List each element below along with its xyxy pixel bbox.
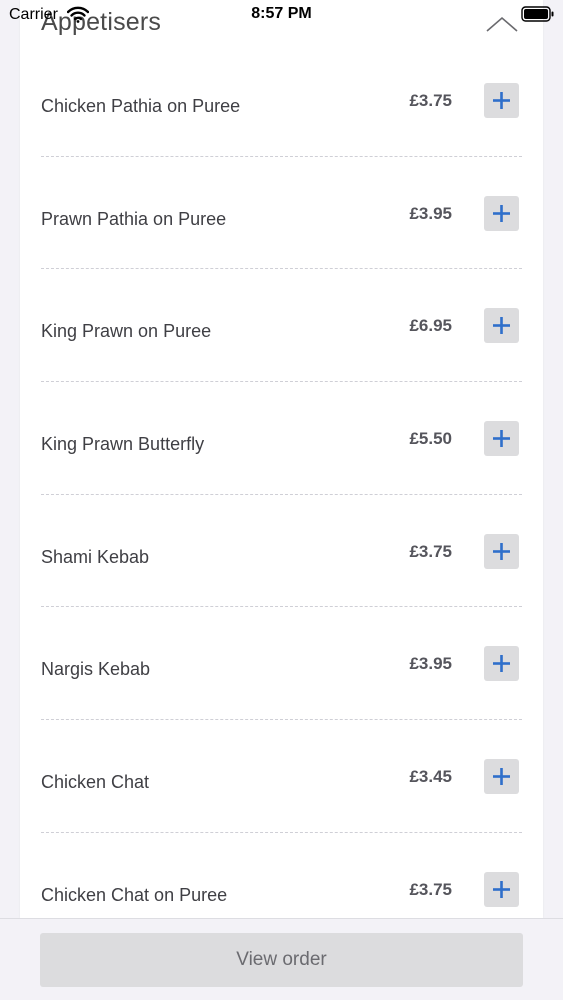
item-name: King Prawn Butterfly xyxy=(41,434,205,455)
plus-icon xyxy=(493,430,510,448)
plus-icon xyxy=(493,655,510,673)
menu-item: Chicken Chat on Puree £3.75 xyxy=(20,833,543,918)
add-item-button[interactable] xyxy=(484,195,519,231)
plus-icon xyxy=(493,92,510,109)
menu-item-list: Chicken Pathia on Puree £3.75 Prawn Path… xyxy=(20,44,543,918)
add-item-button[interactable] xyxy=(484,83,519,118)
item-name: Nargis Kebab xyxy=(41,659,151,680)
section-title: Appetisers xyxy=(41,8,162,36)
menu-item: King Prawn Butterfly £5.50 xyxy=(20,382,543,495)
item-price: £3.45 xyxy=(409,767,452,787)
add-item-button[interactable] xyxy=(484,646,519,682)
menu-item: Chicken Pathia on Puree £3.75 xyxy=(20,44,543,157)
view-order-button[interactable]: View order xyxy=(40,933,523,987)
item-name: Chicken Chat xyxy=(41,772,150,793)
plus-icon xyxy=(493,880,510,898)
item-price: £3.75 xyxy=(409,91,452,110)
add-item-button[interactable] xyxy=(484,871,519,907)
plus-icon xyxy=(493,204,510,222)
menu-item: Chicken Chat £3.45 xyxy=(20,720,543,833)
menu-item: Prawn Pathia on Puree £3.95 xyxy=(20,157,543,270)
chevron-up-icon[interactable] xyxy=(484,10,520,36)
item-price: £6.95 xyxy=(409,316,452,336)
item-price: £5.50 xyxy=(409,429,452,449)
plus-icon xyxy=(493,542,510,560)
item-price: £3.95 xyxy=(409,654,452,674)
add-item-button[interactable] xyxy=(484,308,519,344)
item-name: Chicken Chat on Puree xyxy=(41,884,228,905)
add-item-button[interactable] xyxy=(484,759,519,795)
screen: Appetisers Chicken Pathia on Puree £3.75 xyxy=(0,0,563,1000)
menu-item: Shami Kebab £3.75 xyxy=(20,495,543,608)
menu-item: King Prawn on Puree £6.95 xyxy=(20,269,543,383)
item-name: Prawn Pathia on Puree xyxy=(41,208,227,229)
bottom-bar: View order xyxy=(0,918,563,1000)
item-price: £3.95 xyxy=(409,203,452,223)
item-price: £3.75 xyxy=(409,541,452,561)
add-item-button[interactable] xyxy=(484,421,519,457)
item-name: Chicken Pathia on Puree xyxy=(41,96,241,116)
item-name: Shami Kebab xyxy=(41,546,150,567)
item-price: £3.75 xyxy=(409,879,452,899)
menu-item: Nargis Kebab £3.95 xyxy=(20,607,543,721)
plus-icon xyxy=(493,768,510,786)
plus-icon xyxy=(493,317,510,335)
add-item-button[interactable] xyxy=(484,533,519,569)
menu-section-card: Appetisers Chicken Pathia on Puree £3.75 xyxy=(20,0,543,918)
item-name: King Prawn on Puree xyxy=(41,321,212,342)
